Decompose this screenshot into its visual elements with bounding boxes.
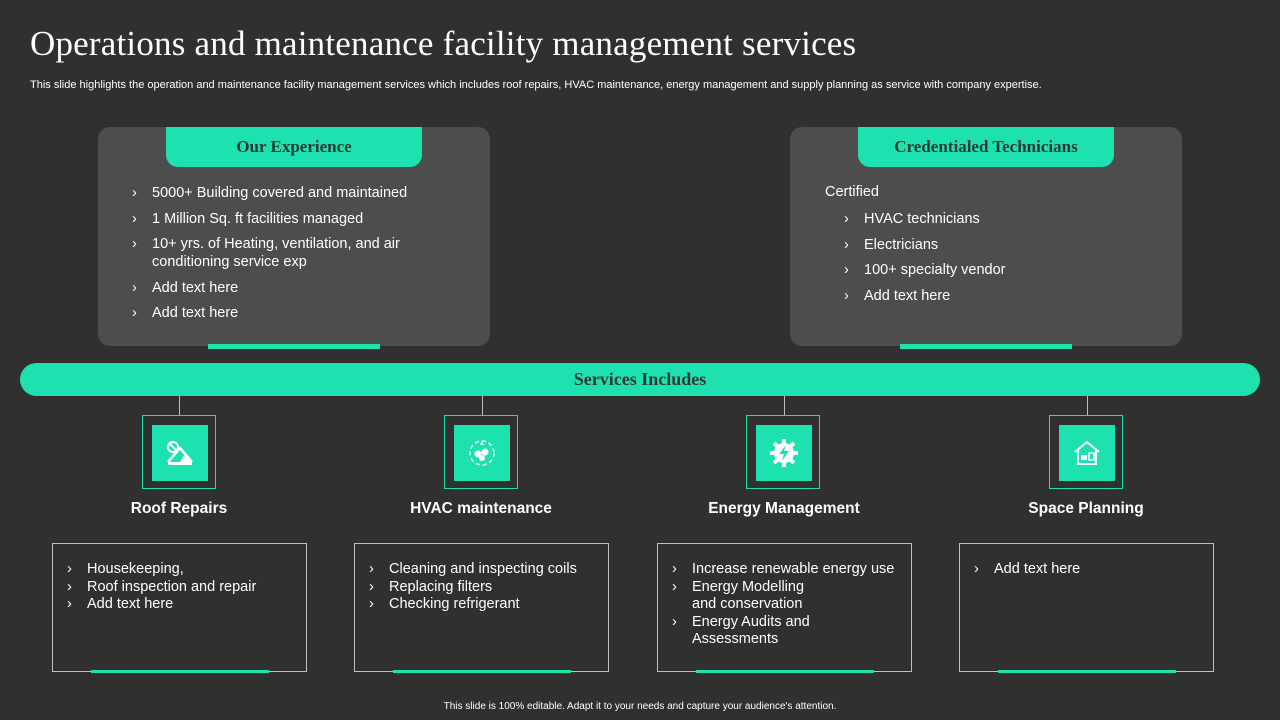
- bullet-chevron-icon: ›: [67, 561, 72, 577]
- technicians-item: › Electricians: [844, 236, 939, 253]
- service-item: › Housekeeping,: [67, 561, 184, 577]
- bullet-chevron-icon: ›: [974, 561, 979, 577]
- service-item: › Energy Audits and Assessments: [672, 613, 810, 648]
- bullet-chevron-icon: ›: [67, 596, 72, 613]
- accent-underline: [696, 670, 874, 673]
- connector-line: [784, 396, 785, 415]
- hvac-icon-frame: [444, 415, 518, 489]
- bullet-chevron-icon: ›: [672, 613, 677, 630]
- technicians-list: › HVAC technicians › Electricians › 100+ sp…: [844, 210, 1144, 312]
- connector-line: [482, 396, 483, 415]
- service-box: › Housekeeping, › Roof inspection and repa…: [52, 543, 307, 673]
- service-item: › Roof inspection and repair: [67, 578, 257, 595]
- bullet-chevron-icon: ›: [844, 211, 849, 227]
- bullet-chevron-icon: ›: [132, 185, 137, 201]
- bullet-chevron-icon: ›: [672, 561, 677, 577]
- connector-line: [1087, 396, 1088, 415]
- bullet-chevron-icon: ›: [132, 279, 137, 296]
- experience-item: › 10+ yrs. of Heating, ventilation, and a…: [132, 236, 400, 270]
- roof-repair-icon: [167, 441, 193, 465]
- house-planning-icon: [1074, 440, 1100, 465]
- service-item: › Increase renewable energy use: [672, 561, 895, 577]
- bullet-chevron-icon: ›: [369, 578, 374, 595]
- service-box: › Add text here: [959, 543, 1214, 673]
- service-title: Roof Repairs: [130, 500, 228, 517]
- bullet-chevron-icon: ›: [132, 305, 137, 321]
- bullet-chevron-icon: ›: [844, 262, 849, 278]
- bullet-chevron-icon: ›: [369, 561, 374, 577]
- technicians-heading: Credentialed Technicians: [858, 127, 1114, 167]
- service-item: › Checking refrigerant: [369, 596, 520, 613]
- accent-underline: [998, 670, 1176, 673]
- service-list: › Housekeeping, › Roof inspection and repa…: [67, 561, 256, 614]
- roof-repair-icon-frame: [142, 415, 216, 489]
- service-item: › Add text here: [974, 561, 1081, 577]
- slide-subtitle: This slide highlights the operation and …: [30, 79, 1042, 91]
- bullet-chevron-icon: ›: [67, 578, 72, 595]
- service-list: › Increase renewable energy use › Energy M…: [672, 561, 894, 649]
- service-title: Space Planning: [1028, 500, 1144, 517]
- accent-underline: [393, 670, 571, 673]
- accent-underline: [91, 670, 269, 673]
- accent-underline: [900, 344, 1072, 349]
- experience-item: › 1 Million Sq. ft facilities managed: [132, 210, 364, 227]
- accent-underline: [208, 344, 380, 349]
- service-title: HVAC maintenance: [410, 500, 552, 517]
- experience-item: › 5000+ Building covered and maintained: [132, 185, 408, 201]
- house-planning-icon-frame: [1049, 415, 1123, 489]
- bullet-chevron-icon: ›: [844, 287, 849, 304]
- service-box: › Cleaning and inspecting coils › Replacin…: [354, 543, 609, 673]
- technicians-panel: Credentialed Technicians Certified › HVAC…: [790, 127, 1182, 349]
- energy-gear-icon: [770, 439, 798, 467]
- services-band: Services Includes: [20, 363, 1260, 396]
- experience-list: › 5000+ Building covered and maintained ›…: [132, 184, 422, 330]
- experience-panel: Our Experience › 5000+ Building covered a…: [98, 127, 490, 349]
- experience-item: › Add text here: [132, 279, 239, 296]
- service-item: › Cleaning and inspecting coils: [369, 561, 577, 577]
- service-list: › Add text here: [974, 561, 1080, 579]
- technicians-item: › 100+ specialty vendor: [844, 262, 1006, 278]
- service-title: Energy Management: [708, 500, 860, 517]
- bullet-chevron-icon: ›: [132, 236, 137, 252]
- service-item: › Add text here: [67, 596, 174, 613]
- slide-title: Operations and maintenance facility mana…: [30, 24, 857, 63]
- service-list: › Cleaning and inspecting coils › Replacin…: [369, 561, 577, 614]
- technicians-lead: Certified: [825, 184, 879, 200]
- experience-heading: Our Experience: [166, 127, 422, 167]
- hvac-icon: [469, 440, 495, 466]
- bullet-chevron-icon: ›: [369, 596, 374, 613]
- slide-footer: This slide is 100% editable. Adapt it to…: [443, 701, 837, 712]
- bullet-chevron-icon: ›: [844, 236, 849, 253]
- service-box: › Increase renewable energy use › Energy M…: [657, 543, 912, 673]
- energy-gear-icon-frame: [746, 415, 820, 489]
- service-item: › Replacing filters: [369, 578, 493, 595]
- technicians-item: › Add text here: [844, 287, 951, 304]
- service-item: › Energy Modelling and conservation: [672, 578, 805, 613]
- bullet-chevron-icon: ›: [132, 210, 137, 227]
- experience-item: › Add text here: [132, 305, 239, 321]
- technicians-item: › HVAC technicians: [844, 211, 980, 227]
- bullet-chevron-icon: ›: [672, 578, 677, 595]
- connector-line: [179, 396, 180, 415]
